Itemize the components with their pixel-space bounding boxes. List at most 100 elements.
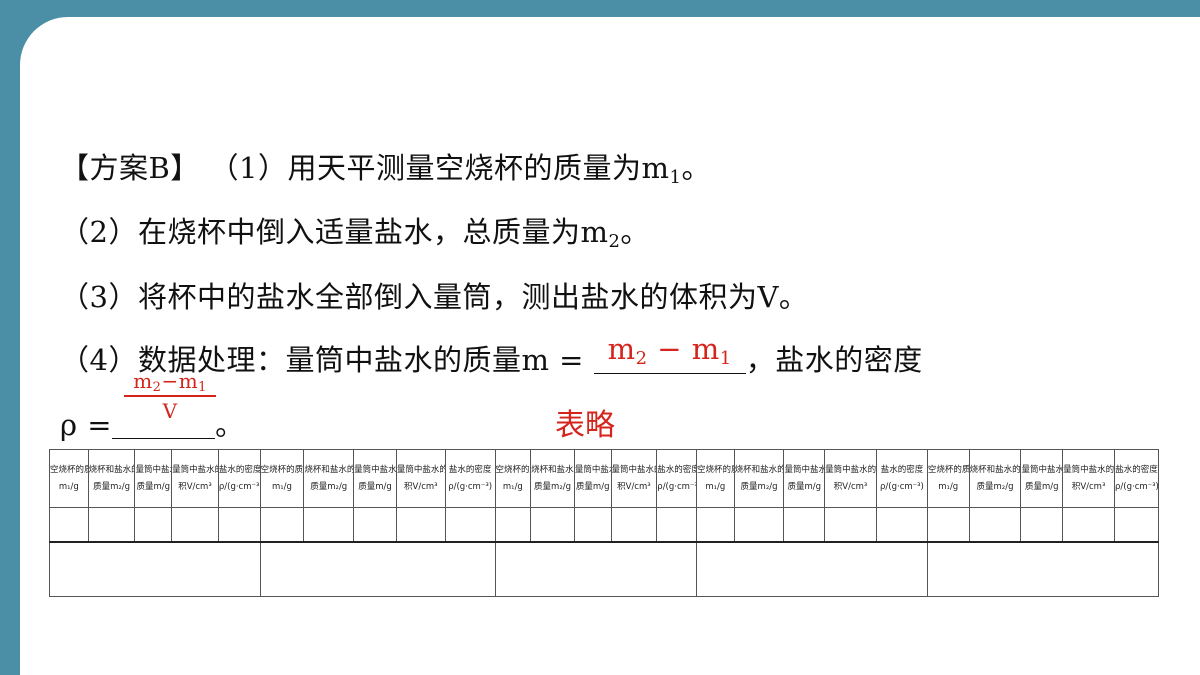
data-cell xyxy=(926,507,970,542)
data-cell xyxy=(395,507,446,542)
header-cell: 量筒中盐水的体积V/cm³ xyxy=(171,449,219,508)
header-unit: m₁/g xyxy=(58,481,79,492)
data-cell-merged xyxy=(494,540,697,597)
header-cell: 量筒中盐水的质量m/g xyxy=(353,449,397,508)
header-unit: 质量m/g xyxy=(136,481,171,492)
header-cell: 空烧杯的质量 m₁/g xyxy=(259,449,305,508)
step-2-text: （2）在烧杯中倒入适量盐水，总质量为m2。 xyxy=(60,215,650,252)
header-label: 盐水的密度 xyxy=(218,465,261,476)
header-label: 量筒中盐水的 xyxy=(784,465,824,476)
data-cell-merged xyxy=(259,540,496,597)
data-cell xyxy=(353,507,397,542)
fraction-denominator: V xyxy=(162,399,178,423)
header-label: 量筒中盐水的体 xyxy=(825,465,877,476)
header-cell: 量筒中盐水的质量m/g xyxy=(134,449,173,508)
data-cell xyxy=(1062,507,1116,542)
data-cell xyxy=(610,507,658,542)
header-cell: 烧杯和盐水的总质量m₂/g xyxy=(303,449,355,508)
data-cell xyxy=(217,507,261,542)
data-cell xyxy=(695,507,735,542)
header-label: 盐水的密度 xyxy=(657,465,697,476)
header-label: 空烧杯的质量 xyxy=(495,465,530,476)
header-unit: 积V/cm³ xyxy=(833,481,868,492)
header-unit: ρ/(g·cm⁻³) xyxy=(1115,481,1159,492)
header-cell: 烧杯和盐水的总质量m₂/g xyxy=(87,449,136,508)
density-answer-blank: m2−m1 V xyxy=(112,371,217,439)
header-label: 量筒中盐水的体 xyxy=(172,465,218,476)
header-label: 量筒中盐水的 xyxy=(135,465,171,476)
header-unit: 质量m₂/g xyxy=(976,481,1014,492)
data-cell xyxy=(171,507,219,542)
data-cell xyxy=(1114,507,1159,542)
data-cell-merged xyxy=(695,540,928,597)
header-label: 量筒中盐水的体 xyxy=(1063,465,1115,476)
header-unit: 质量m/g xyxy=(787,481,822,492)
header-label: 量筒中盐水的 xyxy=(354,465,397,476)
header-cell: 量筒中盐水的质量m/g xyxy=(1020,449,1064,508)
header-cell: 盐水的密度 ρ/(g·cm⁻³) xyxy=(876,449,928,508)
header-cell: 量筒中盐水的体积V/cm³ xyxy=(1062,449,1116,508)
data-cell xyxy=(968,507,1022,542)
data-cell xyxy=(87,507,136,542)
data-cell xyxy=(49,507,89,542)
data-cell xyxy=(494,507,532,542)
step-1-text: 【方案B】 （1）用天平测量空烧杯的质量为m1。 xyxy=(60,151,711,188)
header-label: 空烧杯的质量 xyxy=(927,465,968,476)
header-cell: 空烧杯的质量 m₁/g xyxy=(494,449,532,508)
header-unit: m₁/g xyxy=(271,481,292,492)
header-cell: 盐水的密度 ρ/(g·cm⁻³) xyxy=(1114,449,1159,508)
header-unit: 质量m₂/g xyxy=(93,481,131,492)
header-label: 量筒中盐水的体 xyxy=(396,465,444,476)
header-cell: 盐水的密度 ρ/(g·cm⁻³) xyxy=(656,449,697,508)
data-cell xyxy=(733,507,785,542)
header-cell: 量筒中盐水的体积V/cm³ xyxy=(610,449,658,508)
step-3-text: （3）将杯中的盐水全部倒入量筒，测出盐水的体积为V。 xyxy=(60,280,809,314)
fraction-numerator: m2−m1 xyxy=(124,371,217,397)
data-cell xyxy=(303,507,355,542)
header-unit: 质量m/g xyxy=(1025,481,1059,492)
header-label: 量筒中盐水的 xyxy=(1021,465,1062,476)
density-fraction: m2−m1 V xyxy=(124,371,217,423)
data-cell-merged xyxy=(926,540,1160,597)
mass-answer: m2 − m1 xyxy=(607,332,732,369)
header-unit: 积V/cm³ xyxy=(178,481,212,492)
header-unit: 积V/cm³ xyxy=(404,481,438,492)
header-cell: 空烧杯的质量 m₁/g xyxy=(49,449,89,508)
header-cell: 量筒中盐水的质量m/g xyxy=(783,449,826,508)
header-unit: m₁/g xyxy=(705,481,726,492)
header-unit: ρ/(g·cm⁻³) xyxy=(880,481,924,492)
header-unit: ρ/(g·cm⁻³) xyxy=(657,481,696,492)
header-cell: 空烧杯的质量 m₁/g xyxy=(926,449,970,508)
header-label: 烧杯和盐水的总 xyxy=(531,465,574,476)
data-cell xyxy=(134,507,173,542)
data-cell-merged xyxy=(49,540,261,597)
table-row xyxy=(49,507,1159,542)
data-cell xyxy=(1020,507,1064,542)
data-cell xyxy=(259,507,305,542)
header-unit: 质量m/g xyxy=(575,481,610,492)
data-cell xyxy=(573,507,612,542)
table-row xyxy=(49,540,1160,597)
mass-answer-blank: m2 − m1 xyxy=(593,332,746,374)
header-cell: 盐水的密度 ρ/(g·cm⁻³) xyxy=(217,449,261,508)
table-omitted-note: 表略 xyxy=(555,408,615,443)
header-label: 烧杯和盐水的总 xyxy=(969,465,1021,476)
header-unit: ρ/(g·cm⁻³) xyxy=(448,481,493,492)
header-label: 烧杯和盐水的总 xyxy=(304,465,353,476)
data-cell xyxy=(876,507,928,542)
header-cell: 量筒中盐水的体积V/cm³ xyxy=(824,449,878,508)
header-label: 盐水的密度 xyxy=(448,465,492,476)
header-unit: 质量m₂/g xyxy=(534,481,571,492)
header-unit: 积V/cm³ xyxy=(1071,481,1106,492)
data-cell xyxy=(824,507,878,542)
header-cell: 盐水的密度 ρ/(g·cm⁻³) xyxy=(444,449,496,508)
header-cell: 烧杯和盐水的总质量m₂/g xyxy=(733,449,785,508)
header-unit: 质量m₂/g xyxy=(310,481,348,492)
header-cell: 烧杯和盐水的总质量m₂/g xyxy=(968,449,1022,508)
data-cell xyxy=(656,507,697,542)
density-text: ρ = m2−m1 V。 xyxy=(60,369,245,442)
header-label: 盐水的密度 xyxy=(880,465,924,476)
data-cell xyxy=(783,507,826,542)
data-table: 空烧杯的质量m₁/g烧杯和盐水的总质量m₂/g量筒中盐水的质量m/g量筒中盐水的… xyxy=(49,449,1160,597)
data-cell xyxy=(444,507,496,542)
